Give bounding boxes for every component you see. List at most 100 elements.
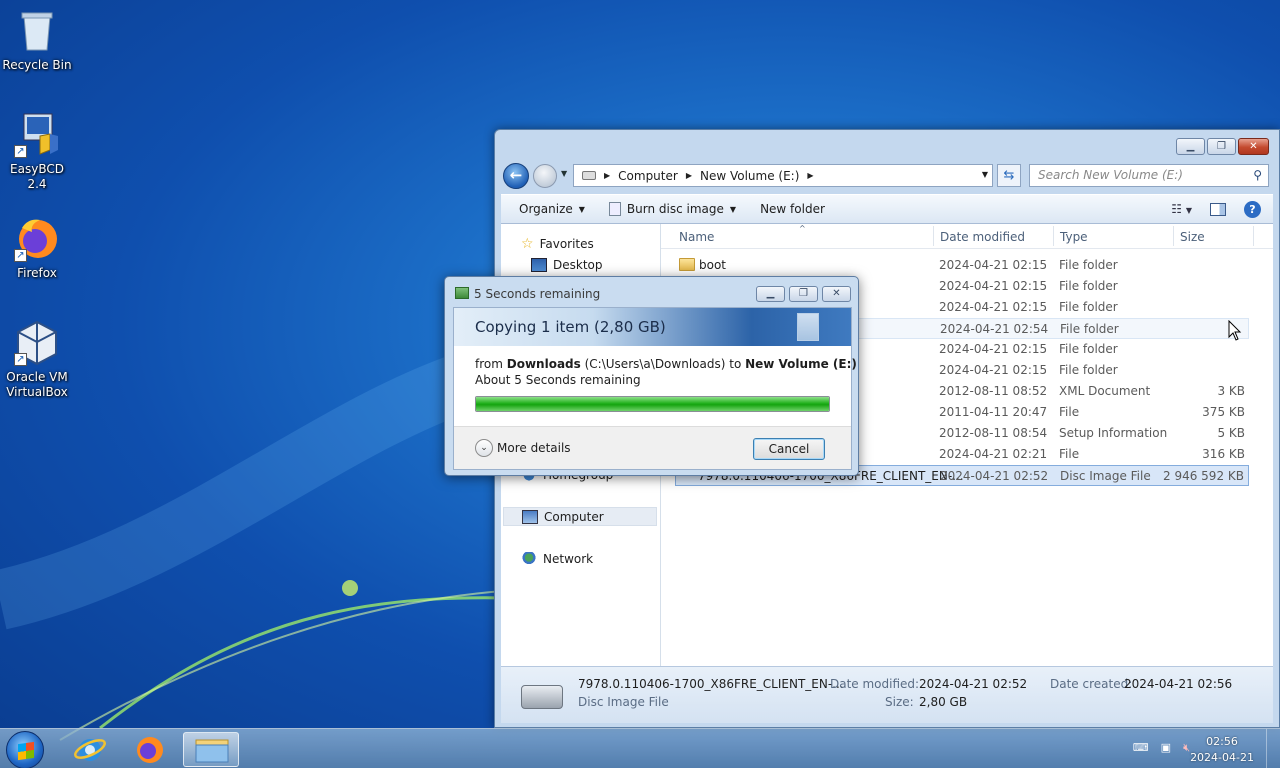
clock-time: 02:56 [1206,735,1238,748]
back-button[interactable]: ← [503,163,529,189]
drive-icon [582,171,596,180]
show-desktop-button[interactable] [1266,729,1280,768]
firefox-icon: ↗ [14,216,60,262]
address-dropdown-icon[interactable]: ▼ [982,170,988,179]
more-details-toggle[interactable]: ⌄ More details [475,439,571,457]
dialog-header: Copying 1 item (2,80 GB) [454,308,851,346]
refresh-button[interactable]: ⇆ [997,164,1021,187]
dialog-close-button[interactable]: ✕ [822,286,851,302]
file-size: 2 946 592 KB [1163,469,1244,483]
dialog-title: 5 Seconds remaining [474,287,601,301]
file-type: File folder [1059,279,1118,293]
folder-icon [195,739,229,763]
file-date-modified: 2024-04-21 02:15 [939,363,1048,377]
breadcrumb-new-volume[interactable]: New Volume (E:) [700,169,799,183]
file-type: File [1059,447,1080,461]
copy-progress-dialog: 5 Seconds remaining ▁ ❐ ✕ Copying 1 item… [444,276,859,476]
preview-pane-button[interactable] [1210,202,1226,216]
file-size: 3 KB [1217,384,1245,398]
shortcut-arrow-icon: ↗ [14,249,27,262]
desktop-icon-recycle-bin[interactable]: Recycle Bin [0,8,74,73]
details-filename: 7978.0.110406-1700_X86FRE_CLIENT_EN-... [578,677,844,691]
firefox-icon [137,737,163,763]
nav-network[interactable]: Network [521,549,593,568]
file-type: File folder [1059,258,1118,272]
file-date-modified: 2024-04-21 02:21 [939,447,1048,461]
file-date-modified: 2024-04-21 02:15 [939,258,1048,272]
volume-muted-icon[interactable]: 🔇︎ [1183,741,1190,755]
address-bar[interactable]: ▶ Computer ▶ New Volume (E:) ▶ ▼ [573,164,993,187]
sort-ascending-icon: ^ [799,224,806,233]
file-date-modified: 2012-08-11 08:54 [939,426,1048,440]
file-type: Disc Image File [1060,469,1151,483]
nav-desktop[interactable]: Desktop [531,255,603,274]
column-date-modified[interactable]: Date modified [940,230,1025,244]
details-date-created-label: Date created: [1050,677,1133,691]
details-pane: 7978.0.110406-1700_X86FRE_CLIENT_EN-... … [501,666,1273,723]
clock[interactable]: 02:56 2024-04-21 [1190,734,1254,766]
file-date-modified: 2024-04-21 02:15 [939,279,1048,293]
cancel-button[interactable]: Cancel [753,438,825,460]
nav-computer[interactable]: Computer [503,507,657,526]
mouse-cursor-icon [1228,320,1242,341]
shortcut-arrow-icon: ↗ [14,145,27,158]
search-input[interactable]: Search New Volume (E:) ⚲ [1029,164,1269,187]
desktop-icon-easybcd[interactable]: ↗ EasyBCD 2.4 [0,112,74,192]
breadcrumb-separator-icon[interactable]: ▶ [807,171,813,180]
network-tray-icon[interactable]: ▣ [1161,741,1171,755]
taskbar-windows-explorer[interactable] [183,732,239,767]
view-options-button[interactable]: ☷ ▼ [1171,202,1192,216]
source-link[interactable]: Downloads [507,357,581,371]
system-tray: ⌨ ▣ 🔇︎ [1133,741,1190,755]
dialog-minimize-button[interactable]: ▁ [756,286,785,302]
document-icon [797,313,819,341]
close-button[interactable]: ✕ [1238,138,1269,155]
disc-icon [608,202,621,216]
column-name[interactable]: Name [679,230,714,244]
chevron-down-icon: ▼ [578,204,585,214]
file-date-modified: 2024-04-21 02:15 [939,342,1048,356]
details-date-modified: 2024-04-21 02:52 [919,677,1028,691]
chevron-down-icon: ▼ [729,204,737,214]
desktop-icon-virtualbox[interactable]: ↗ Oracle VM VirtualBox [0,320,74,400]
dialog-maximize-button[interactable]: ❐ [789,286,818,302]
file-type: Setup Information [1059,426,1168,440]
nav-favorites[interactable]: ☆ Favorites [521,234,594,253]
file-size: 5 KB [1217,426,1245,440]
computer-icon [522,509,538,524]
column-type[interactable]: Type [1060,230,1088,244]
burn-disc-image-button[interactable]: Burn disc image ▼ [597,202,748,216]
maximize-button[interactable]: ❐ [1207,138,1236,155]
file-type: File folder [1060,322,1119,336]
desktop-icon-firefox[interactable]: ↗ Firefox [0,216,74,281]
column-size[interactable]: Size [1180,230,1205,244]
file-size: 316 KB [1202,447,1245,461]
taskbar-internet-explorer[interactable] [62,732,118,767]
details-date-created: 2024-04-21 02:56 [1124,677,1233,691]
network-icon [521,551,537,566]
file-type: File folder [1059,300,1118,314]
organize-button[interactable]: Organize ▼ [501,202,597,216]
file-size: 375 KB [1202,405,1245,419]
star-icon: ☆ [521,235,534,252]
breadcrumb-separator-icon[interactable]: ▶ [604,171,610,180]
minimize-button[interactable]: ▁ [1176,138,1205,155]
help-button[interactable]: ? [1244,200,1261,218]
file-row[interactable]: boot 2024-04-21 02:15 File folder [675,255,1249,276]
command-bar: Organize ▼ Burn disc image ▼ New folder ☷ … [501,194,1273,224]
breadcrumb-separator-icon[interactable]: ▶ [686,171,692,180]
taskbar: ⌨ ▣ 🔇︎ 02:56 2024-04-21 [0,728,1280,768]
new-folder-button[interactable]: New folder [748,202,837,216]
recent-pages-dropdown[interactable]: ▼ [561,169,567,178]
disc-image-file-icon [521,685,563,709]
navigation-bar: ← ▼ ▶ Computer ▶ New Volume (E:) ▶ ▼ ⇆ S… [501,162,1273,189]
breadcrumb-computer[interactable]: Computer [618,169,678,183]
taskbar-firefox[interactable] [122,732,178,767]
start-button[interactable] [6,731,44,768]
forward-button[interactable] [533,164,557,188]
copy-icon [455,287,469,299]
file-date-modified: 2024-04-21 02:54 [940,322,1049,336]
destination-link[interactable]: New Volume (E:) [745,357,857,371]
file-type: File [1059,405,1080,419]
keyboard-icon[interactable]: ⌨ [1133,741,1149,755]
